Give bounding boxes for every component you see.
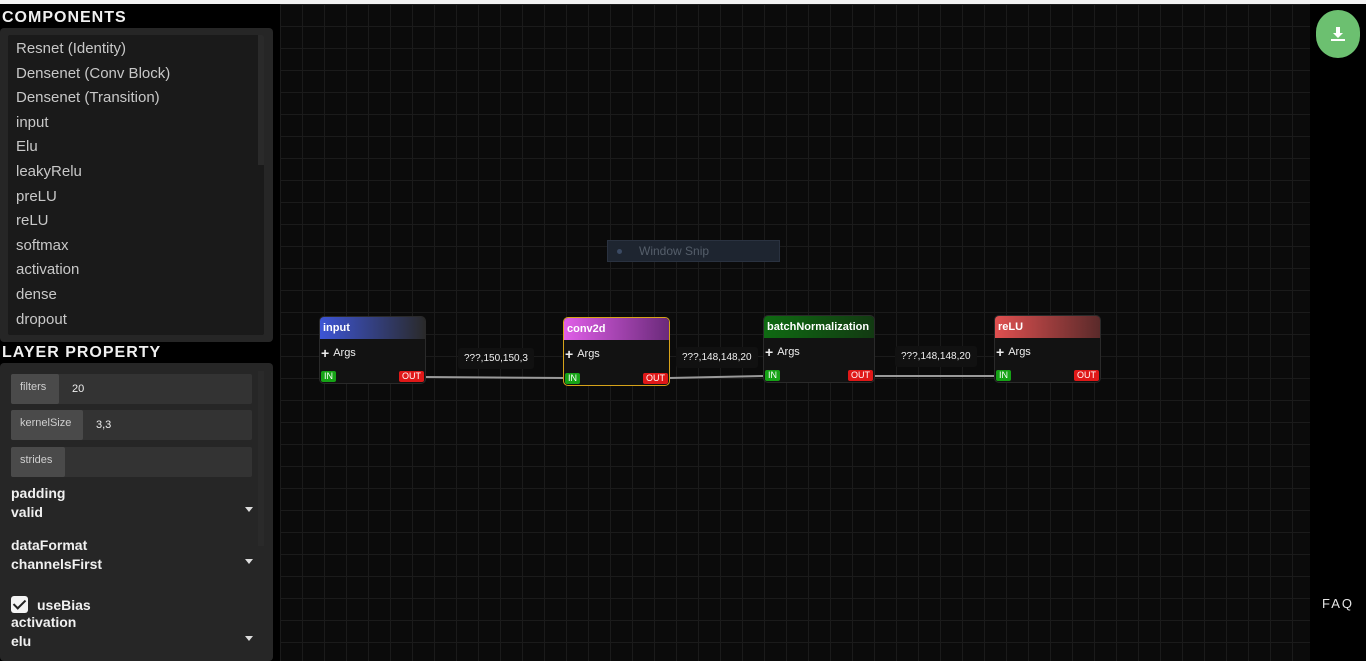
filters-input[interactable]: 20: [72, 374, 84, 404]
component-item-relu[interactable]: reLU: [8, 209, 264, 234]
window-snip-label: Window Snip: [639, 244, 710, 258]
node-batchnormalization[interactable]: batchNormalization + Args IN OUT: [763, 315, 875, 383]
port-out[interactable]: OUT: [1074, 370, 1099, 381]
components-panel: Resnet (Identity) Densenet (Conv Block) …: [0, 28, 273, 342]
port-in[interactable]: IN: [565, 373, 580, 384]
node-args-button[interactable]: + Args: [565, 345, 600, 362]
node-args-button[interactable]: + Args: [321, 344, 356, 361]
window-snip-overlay: Window Snip: [607, 240, 780, 262]
component-item-densenet-conv-block[interactable]: Densenet (Conv Block): [8, 62, 264, 87]
dataformat-select[interactable]: dataFormat channelsFirst: [11, 536, 255, 574]
component-item-densenet-transition[interactable]: Densenet (Transition): [8, 86, 264, 111]
component-item-dropout[interactable]: dropout: [8, 308, 264, 333]
port-out[interactable]: OUT: [643, 373, 668, 384]
kernelsize-label: kernelSize: [11, 410, 83, 440]
activation-select[interactable]: activation elu: [11, 613, 255, 651]
caret-down-icon[interactable]: [245, 636, 253, 641]
port-in[interactable]: IN: [765, 370, 780, 381]
node-args-button[interactable]: + Args: [765, 343, 800, 360]
components-scrollbar[interactable]: [258, 35, 264, 165]
kernelsize-field[interactable]: kernelSize 3,3: [11, 410, 252, 440]
node-input[interactable]: input + Args IN OUT: [319, 316, 426, 384]
port-in[interactable]: IN: [321, 371, 336, 382]
faq-link[interactable]: FAQ: [1322, 596, 1354, 611]
node-args-button[interactable]: + Args: [996, 343, 1031, 360]
padding-value[interactable]: valid: [11, 503, 255, 522]
components-list: Resnet (Identity) Densenet (Conv Block) …: [8, 35, 264, 335]
download-icon: [1331, 27, 1345, 41]
filters-field[interactable]: filters 20: [11, 374, 252, 404]
strides-label: strides: [11, 447, 65, 477]
port-out[interactable]: OUT: [399, 371, 424, 382]
port-in[interactable]: IN: [996, 370, 1011, 381]
padding-select[interactable]: padding valid: [11, 484, 255, 522]
node-relu[interactable]: reLU + Args IN OUT: [994, 315, 1101, 383]
usebias-label: useBias: [37, 596, 91, 613]
node-args-label: Args: [777, 346, 800, 358]
plus-icon: +: [996, 343, 1005, 360]
plus-icon: +: [565, 345, 574, 362]
node-title: batchNormalization: [764, 316, 874, 338]
node-title: input: [320, 317, 425, 339]
caret-down-icon[interactable]: [245, 507, 253, 512]
dataformat-label: dataFormat: [11, 537, 88, 553]
dataformat-value[interactable]: channelsFirst: [11, 555, 255, 574]
node-title: reLU: [995, 316, 1100, 338]
kernelsize-input[interactable]: 3,3: [96, 410, 111, 440]
layer-property-scrollbar[interactable]: [258, 371, 264, 546]
activation-value[interactable]: elu: [11, 632, 255, 651]
strides-field[interactable]: strides: [11, 447, 252, 477]
plus-icon: +: [321, 344, 330, 361]
download-button[interactable]: [1316, 10, 1360, 58]
usebias-toggle[interactable]: useBias: [11, 596, 91, 613]
caret-down-icon[interactable]: [245, 559, 253, 564]
node-args-label: Args: [1008, 346, 1031, 358]
node-args-label: Args: [577, 348, 600, 360]
layer-property-panel: filters 20 kernelSize 3,3 strides paddin…: [0, 363, 273, 661]
node-args-label: Args: [333, 347, 356, 359]
component-item-input[interactable]: input: [8, 111, 264, 136]
snip-icon: [617, 249, 622, 254]
component-item-elu[interactable]: Elu: [8, 135, 264, 160]
components-title: COMPONENTS: [2, 9, 127, 26]
plus-icon: +: [765, 343, 774, 360]
padding-label: padding: [11, 485, 66, 501]
component-item-activation[interactable]: activation: [8, 258, 264, 283]
layer-property-form: filters 20 kernelSize 3,3 strides paddin…: [8, 371, 264, 659]
layer-property-title: LAYER PROPERTY: [2, 344, 162, 361]
component-item-softmax[interactable]: softmax: [8, 234, 264, 259]
filters-label: filters: [11, 374, 59, 404]
component-item-prelu[interactable]: preLU: [8, 185, 264, 210]
node-conv2d[interactable]: conv2d + Args IN OUT: [563, 317, 670, 386]
edge-label-shape: ???,148,148,20: [676, 347, 758, 368]
edge-label-shape: ???,148,148,20: [895, 346, 977, 367]
component-item-leakyrelu[interactable]: leakyRelu: [8, 160, 264, 185]
usebias-checkbox[interactable]: [11, 596, 28, 613]
port-out[interactable]: OUT: [848, 370, 873, 381]
node-title: conv2d: [564, 318, 669, 340]
activation-label: activation: [11, 614, 77, 630]
component-item-resnet-identity[interactable]: Resnet (Identity): [8, 37, 264, 62]
component-item-dense[interactable]: dense: [8, 283, 264, 308]
edge-label-shape: ???,150,150,3: [458, 348, 534, 369]
